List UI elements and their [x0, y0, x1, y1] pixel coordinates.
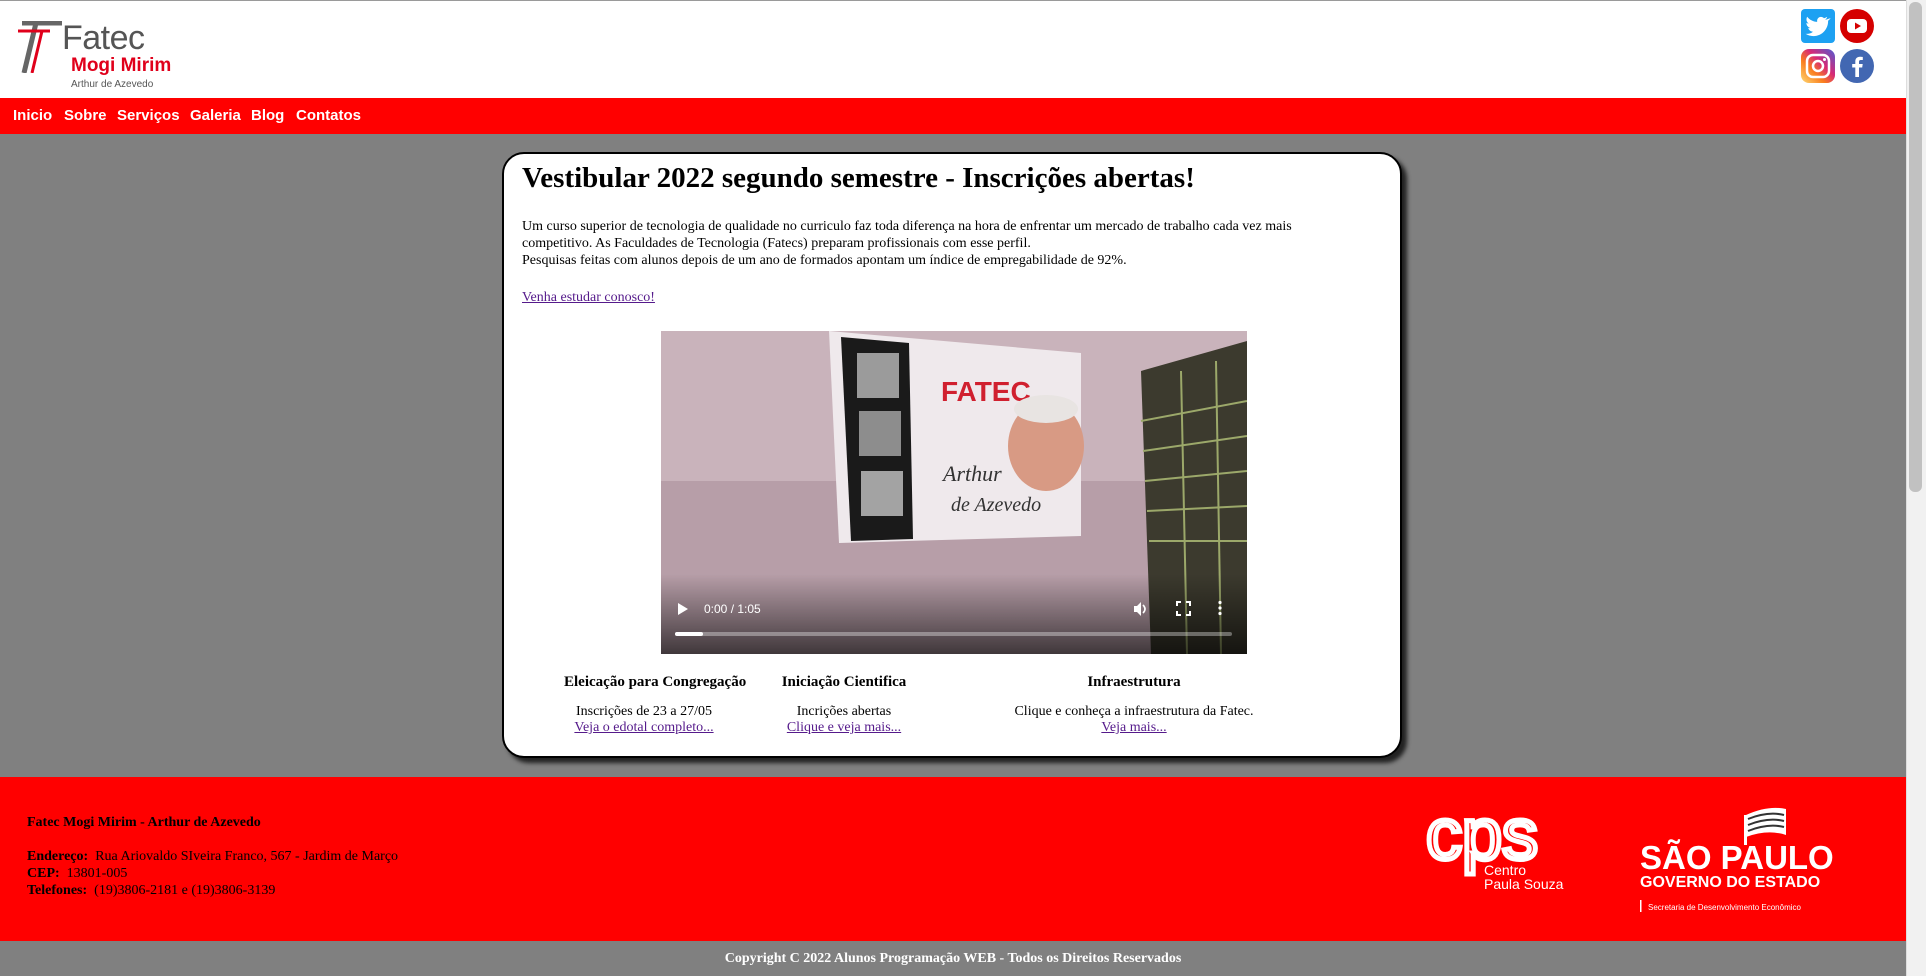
info-link[interactable]: Clique e veja mais...	[764, 720, 924, 736]
info-block-congregacao: Eleicação para Congregação Inscrições de…	[564, 674, 747, 736]
info-desc: Incrições abertas	[796, 704, 892, 719]
info-link[interactable]: Veja o edotal completo...	[564, 720, 724, 736]
copyright-text: Copyright C 2022 Alunos Programação WEB …	[724, 951, 1182, 966]
logo-title: Fatec	[62, 19, 145, 57]
scrollbar-thumb[interactable]	[1909, 2, 1922, 492]
footer-contact: Fatec Mogi Mirim - Arthur de Azevedo End…	[27, 814, 398, 899]
info-link[interactable]: Veja mais...	[954, 720, 1314, 736]
copyright-bar: Copyright C 2022 Alunos Programação WEB …	[0, 941, 1906, 976]
more-options-icon[interactable]	[1217, 600, 1223, 616]
study-with-us-link[interactable]: Venha estudar conosco!	[522, 290, 655, 306]
phone-value: (19)3806-2181 e (19)3806-3139	[94, 883, 276, 898]
twitter-icon[interactable]	[1801, 9, 1835, 43]
main-nav: Inicio Sobre Serviços Galeria Blog Conta…	[0, 98, 1906, 134]
intro-paragraph-2: Pesquisas feitas com alunos depois de um…	[522, 253, 1127, 268]
info-block-infraestrutura: Infraestrutura Clique e conheça a infrae…	[954, 674, 1314, 736]
nav-item-contatos[interactable]: Contatos	[296, 107, 361, 124]
cps-line2: Paula Souza	[1484, 876, 1564, 892]
content-card: Vestibular 2022 segundo semestre - Inscr…	[502, 152, 1402, 758]
logo-subtitle: Mogi Mirim	[71, 55, 172, 76]
phone-label: Telefones:	[27, 883, 88, 898]
sp-line2: GOVERNO DO ESTADO	[1640, 874, 1820, 891]
video-player[interactable]: FATEC Arthur de Azevedo 0:00 / 1:05	[661, 331, 1247, 654]
intro-text: Um curso superior de tecnologia de quali…	[522, 218, 1342, 269]
svg-text:de Azevedo: de Azevedo	[951, 494, 1041, 516]
sao-paulo-governo-logo[interactable]: SÃO PAULO GOVERNO DO ESTADO Secretaria d…	[1638, 797, 1838, 917]
site-header: Fatec Mogi Mirim Arthur de Azevedo	[0, 0, 1906, 99]
nav-item-inicio[interactable]: Inicio	[13, 107, 52, 124]
fatec-logo-mark	[18, 21, 62, 73]
youtube-icon[interactable]	[1840, 9, 1874, 43]
site-footer: Fatec Mogi Mirim - Arthur de Azevedo End…	[0, 777, 1906, 941]
svg-text:FATEC: FATEC	[941, 376, 1031, 407]
video-progress-fill	[675, 632, 703, 636]
footer-phone: Telefones: (19)3806-2181 e (19)3806-3139	[27, 882, 398, 899]
video-progress-bar[interactable]	[675, 632, 1232, 636]
info-title: Infraestrutura	[1087, 674, 1181, 690]
info-desc: Inscrições de 23 a 27/05	[575, 704, 713, 719]
centro-paula-souza-logo[interactable]: cps Centro Paula Souza	[1426, 797, 1566, 892]
nav-item-sobre[interactable]: Sobre	[64, 107, 107, 124]
info-title: Iniciação Cientifica	[781, 674, 907, 690]
page-title: Vestibular 2022 segundo semestre - Inscr…	[522, 162, 1195, 194]
footer-name: Fatec Mogi Mirim - Arthur de Azevedo	[27, 815, 261, 830]
play-icon[interactable]	[677, 602, 689, 616]
volume-icon[interactable]	[1133, 601, 1149, 617]
footer-address: Endereço: Rua Ariovaldo SIveira Franco, …	[27, 848, 398, 865]
fatec-logo[interactable]: Fatec Mogi Mirim Arthur de Azevedo	[16, 19, 176, 93]
footer-cep: CEP: 13801-005	[27, 865, 398, 882]
address-value: Rua Ariovaldo SIveira Franco, 567 - Jard…	[95, 849, 399, 864]
nav-item-blog[interactable]: Blog	[251, 107, 284, 124]
instagram-icon[interactable]	[1801, 49, 1835, 83]
info-title: Eleicação para Congregação	[564, 674, 747, 690]
cep-label: CEP:	[27, 866, 60, 881]
facebook-icon[interactable]	[1840, 49, 1874, 83]
intro-paragraph-1: Um curso superior de tecnologia de quali…	[522, 219, 1292, 251]
sp-line1: SÃO PAULO	[1640, 839, 1834, 876]
sp-line3: Secretaria de Desenvolvimento Econômico	[1648, 903, 1802, 912]
logo-tagline: Arthur de Azevedo	[71, 79, 154, 90]
svg-text:Arthur: Arthur	[941, 461, 1002, 486]
cep-value: 13801-005	[66, 866, 128, 881]
nav-item-galeria[interactable]: Galeria	[190, 107, 241, 124]
fullscreen-icon[interactable]	[1176, 601, 1191, 616]
nav-item-servicos[interactable]: Serviços	[117, 107, 180, 124]
info-block-iniciacao: Iniciação Cientifica Incrições abertas C…	[764, 674, 924, 736]
video-time: 0:00 / 1:05	[704, 602, 761, 616]
address-label: Endereço:	[27, 849, 89, 864]
info-desc: Clique e conheça a infraestrutura da Fat…	[1014, 704, 1254, 719]
